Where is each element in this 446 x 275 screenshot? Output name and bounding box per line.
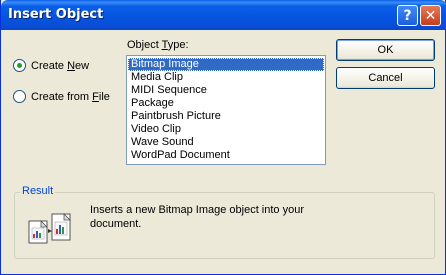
create-from-file-label: Create from File [31,90,110,103]
result-label: Result [20,185,56,197]
create-new-label: Create New [31,59,90,72]
result-description: Inserts a new Bitmap Image object into y… [90,204,304,230]
ok-button[interactable]: OK [336,39,435,61]
list-item[interactable]: Paintbrush Picture [128,110,324,123]
help-button[interactable]: ? [397,5,418,26]
window-title: Insert Object [8,7,104,22]
list-item[interactable]: Wave Sound [128,136,324,149]
create-new-radio[interactable] [13,59,26,72]
close-button[interactable]: ✕ [420,5,441,26]
object-type-label: Object Type: [127,39,189,51]
list-item[interactable]: Package [128,97,324,110]
create-from-file-radio[interactable] [13,90,26,103]
title-bar[interactable]: Insert Object ? ✕ [1,0,446,30]
bitmap-object-icon [28,213,71,244]
help-icon: ? [403,7,412,24]
insert-object-dialog: Insert Object ? ✕ Create New Create from… [0,0,446,275]
create-new-option[interactable]: Create New [13,59,89,72]
radio-selected-dot [17,63,22,68]
list-item[interactable]: MIDI Sequence [128,84,324,97]
list-item[interactable]: Bitmap Image [128,58,324,71]
create-from-file-option[interactable]: Create from File [13,90,110,103]
object-type-list[interactable]: Bitmap Image Media Clip MIDI Sequence Pa… [126,55,326,165]
close-icon: ✕ [424,7,437,24]
list-item[interactable]: Video Clip [128,123,324,136]
cancel-button[interactable]: Cancel [336,67,435,89]
list-item[interactable]: Media Clip [128,71,324,84]
list-item[interactable]: WordPad Document [128,149,324,162]
